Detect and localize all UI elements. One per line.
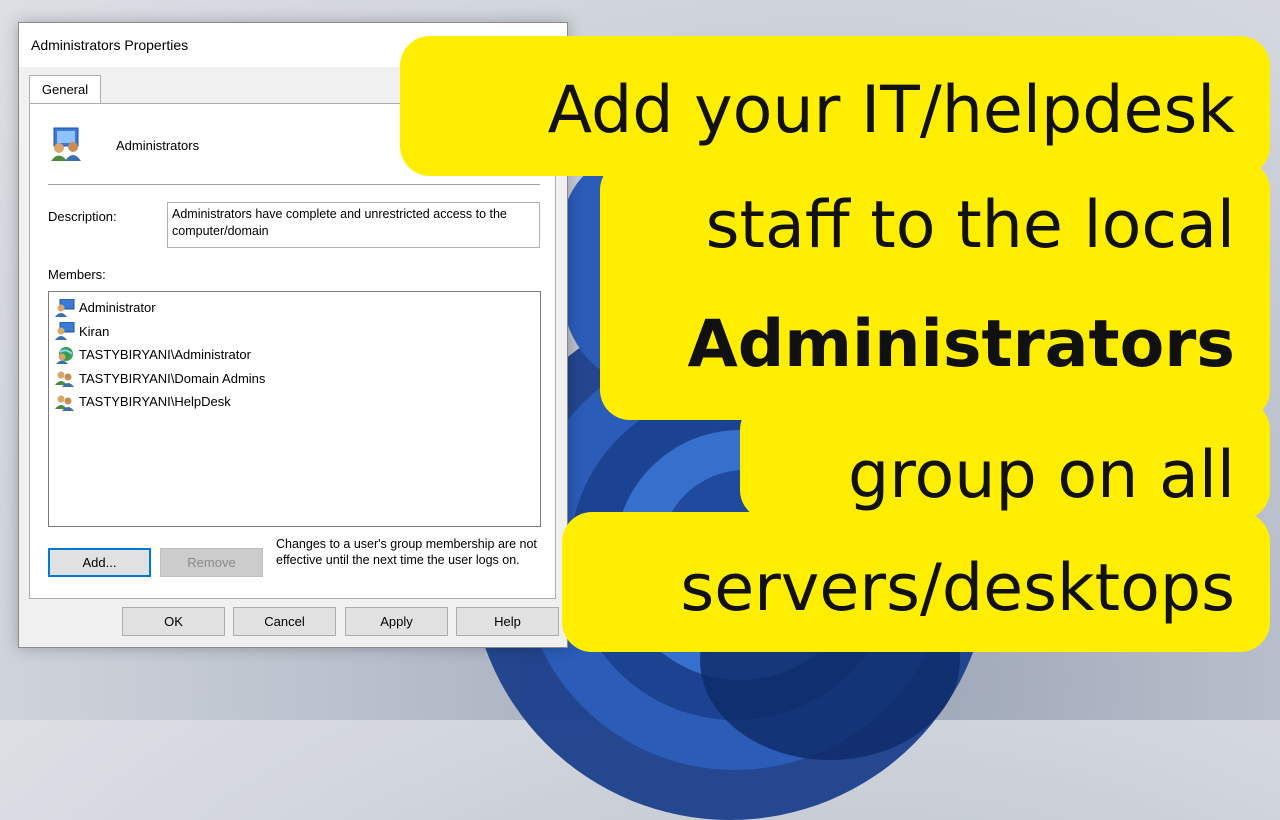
tab-general[interactable]: General <box>29 75 101 103</box>
ok-button[interactable]: OK <box>122 607 225 636</box>
description-label: Description: <box>48 209 117 224</box>
caption-line: Administrators <box>687 307 1235 382</box>
members-list[interactable]: Administrator Kiran TASTYBIRYANI\Adminis… <box>48 291 541 527</box>
list-item[interactable]: TASTYBIRYANI\HelpDesk <box>49 390 540 414</box>
domain-user-icon <box>56 346 73 364</box>
apply-button[interactable]: Apply <box>345 607 448 636</box>
list-item[interactable]: Kiran <box>49 320 540 344</box>
member-name: Administrator <box>79 300 156 316</box>
member-name: TASTYBIRYANI\Domain Admins <box>79 370 266 386</box>
group-icon <box>51 127 81 161</box>
help-button[interactable]: Help <box>456 607 559 636</box>
list-item[interactable]: TASTYBIRYANI\Domain Admins <box>49 367 540 391</box>
caption-line: Add your IT/helpdesk <box>547 73 1235 148</box>
remove-button[interactable]: Remove <box>160 548 263 577</box>
local-user-icon <box>55 298 75 317</box>
group-icon <box>55 395 74 411</box>
list-item[interactable]: TASTYBIRYANI\Administrator <box>49 343 540 367</box>
members-label: Members: <box>48 267 106 282</box>
caption-line: group on all <box>847 438 1235 513</box>
separator <box>48 184 540 185</box>
description-field[interactable]: Administrators have complete and unrestr… <box>167 202 540 248</box>
dialog-title: Administrators Properties <box>31 37 189 53</box>
member-name: TASTYBIRYANI\Administrator <box>79 347 251 363</box>
caption-line: staff to the local <box>705 188 1235 263</box>
group-icon <box>55 371 74 388</box>
caption-line: servers/desktops <box>680 551 1235 626</box>
member-name: TASTYBIRYANI\HelpDesk <box>79 394 231 410</box>
group-name: Administrators <box>116 138 200 153</box>
local-user-icon <box>55 322 75 341</box>
general-panel: Administrators Description: Administrato… <box>29 103 556 599</box>
cancel-button[interactable]: Cancel <box>233 607 336 636</box>
list-item[interactable]: Administrator <box>49 296 540 320</box>
member-name: Kiran <box>79 323 110 339</box>
add-button[interactable]: Add... <box>48 548 151 577</box>
membership-note: Changes to a user's group membership are… <box>276 537 537 567</box>
